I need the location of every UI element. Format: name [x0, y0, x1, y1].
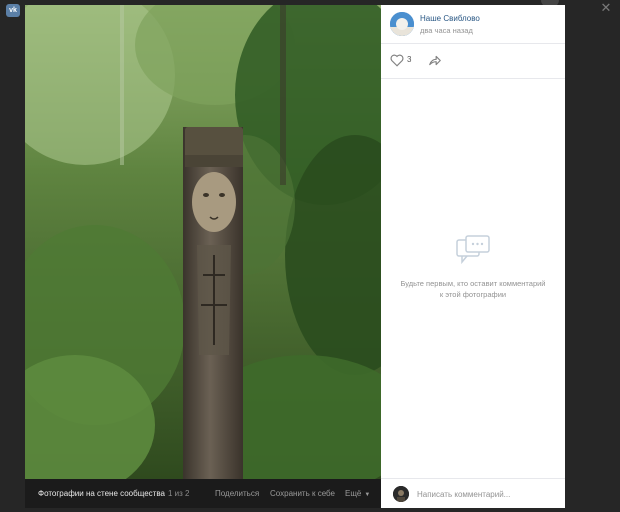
- more-label: Ещё: [345, 489, 362, 498]
- photo-footer: Фотографии на стене сообщества 1 из 2 По…: [25, 479, 381, 508]
- comment-bar: [381, 478, 565, 509]
- photo-viewer: Фотографии на стене сообщества 1 из 2 По…: [25, 5, 565, 508]
- save-link[interactable]: Сохранить к себе: [270, 489, 335, 498]
- community-avatar[interactable]: [390, 12, 414, 36]
- vk-logo[interactable]: vk: [6, 4, 20, 17]
- comments-panel: Наше Свиблово два часа назад 3 Будьте пе…: [381, 5, 565, 508]
- comment-input[interactable]: [417, 486, 557, 502]
- user-avatar[interactable]: [393, 486, 409, 502]
- post-header: Наше Свиблово два часа назад: [381, 5, 565, 44]
- comments-empty-state: Будьте первым, кто оставит комментарий к…: [381, 234, 565, 300]
- heart-icon[interactable]: [390, 54, 404, 67]
- post-time[interactable]: два часа назад: [420, 26, 473, 35]
- chevron-down-icon: ▼: [364, 492, 371, 498]
- author-name[interactable]: Наше Свиблово: [420, 14, 480, 23]
- empty-comments-text: Будьте первым, кто оставит комментарий к…: [400, 279, 546, 299]
- photo-counter: 1 из 2: [168, 489, 190, 498]
- comments-icon: [456, 235, 490, 265]
- photo-image: [25, 5, 381, 479]
- share-link[interactable]: Поделиться: [215, 489, 259, 498]
- like-count: 3: [407, 55, 412, 64]
- close-icon[interactable]: ✕: [599, 1, 613, 15]
- album-title[interactable]: Фотографии на стене сообщества: [38, 489, 165, 498]
- share-icon[interactable]: [428, 54, 442, 67]
- user-avatar-image: [393, 486, 409, 502]
- photo[interactable]: [25, 5, 381, 479]
- community-avatar-image: [390, 12, 414, 36]
- more-menu[interactable]: Ещё ▼: [345, 489, 370, 498]
- post-actions: 3: [381, 44, 565, 79]
